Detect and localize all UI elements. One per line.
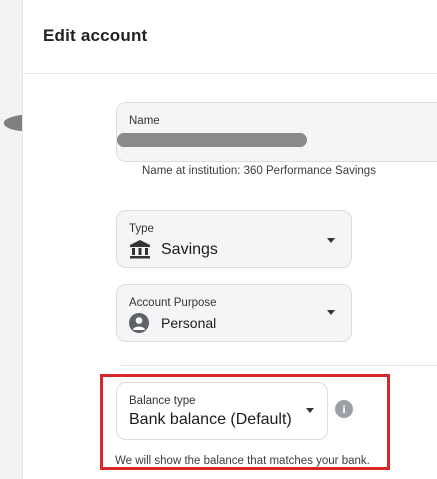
chevron-down-icon	[327, 238, 335, 243]
name-field-label: Name	[129, 115, 160, 127]
bank-icon	[129, 239, 151, 259]
section-divider	[121, 365, 437, 366]
name-field[interactable]: Name	[116, 102, 437, 162]
highlight-box	[100, 374, 390, 470]
name-helper-text: Name at institution: 360 Performance Sav…	[142, 165, 376, 177]
chevron-down-icon	[327, 310, 335, 315]
type-select[interactable]: Type Savings	[116, 210, 352, 268]
redacted-name-value	[117, 133, 307, 147]
type-value: Savings	[161, 241, 218, 258]
page-title: Edit account	[43, 26, 148, 45]
account-purpose-select[interactable]: Account Purpose Personal	[116, 284, 352, 342]
account-purpose-label: Account Purpose	[129, 297, 217, 309]
type-label: Type	[129, 223, 154, 235]
header-divider	[23, 73, 437, 74]
account-purpose-value: Personal	[161, 315, 217, 331]
person-icon	[129, 313, 149, 333]
